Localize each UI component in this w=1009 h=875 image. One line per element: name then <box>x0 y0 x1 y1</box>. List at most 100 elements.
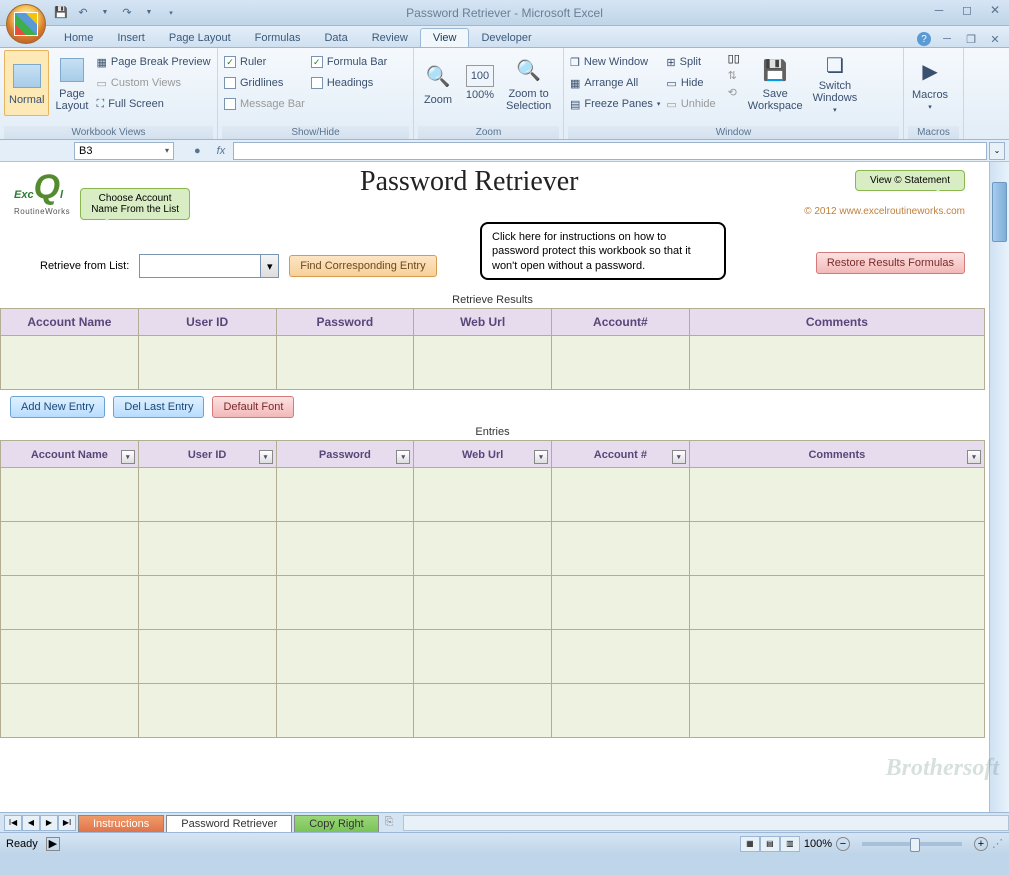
zoom-level[interactable]: 100% <box>804 838 832 850</box>
zoom-selection-button[interactable]: 🔍Zoom to Selection <box>502 50 555 116</box>
help-icon[interactable]: ? <box>917 32 931 46</box>
zoom-button[interactable]: 🔍Zoom <box>418 50 458 116</box>
sync-scroll-icon[interactable]: ⇅ <box>728 69 740 82</box>
tab-insert[interactable]: Insert <box>105 29 157 47</box>
dropdown-icon[interactable]: ▼ <box>96 4 114 22</box>
tab-page-layout[interactable]: Page Layout <box>157 29 243 47</box>
full-screen-button[interactable]: ⛶Full Screen <box>96 94 210 114</box>
undo-icon[interactable]: ↶ <box>74 4 92 22</box>
normal-view-icon[interactable]: ▦ <box>740 836 760 852</box>
filter-icon[interactable]: ▾ <box>259 450 273 464</box>
ruler-checkbox[interactable]: ✓Ruler <box>224 52 305 72</box>
view-statement-button[interactable]: View © Statement <box>855 170 965 191</box>
hide-button[interactable]: ▭Hide <box>666 73 715 93</box>
horizontal-scrollbar[interactable] <box>403 815 1009 831</box>
doc-minimize-icon[interactable]: ─ <box>939 31 955 47</box>
page-layout-view-icon[interactable]: ▤ <box>760 836 780 852</box>
dropdown-icon[interactable]: ▾ <box>260 255 278 277</box>
zoom-slider[interactable] <box>862 842 962 846</box>
sheet-tab-password-retriever[interactable]: Password Retriever <box>166 815 292 832</box>
office-button[interactable] <box>6 4 46 44</box>
formula-input[interactable] <box>233 142 987 160</box>
retrieve-combo[interactable]: ▾ <box>139 254 279 278</box>
instructions-box[interactable]: Click here for instructions on how to pa… <box>480 222 726 280</box>
table-row[interactable] <box>1 576 985 630</box>
zoom-100-button[interactable]: 100100% <box>460 50 500 116</box>
prev-sheet-icon[interactable]: ◀ <box>22 815 40 831</box>
first-sheet-icon[interactable]: I◀ <box>4 815 22 831</box>
page-layout-button[interactable]: Page Layout <box>51 50 92 116</box>
view-side-icon[interactable]: ▯▯ <box>728 52 740 65</box>
normal-view-button[interactable]: Normal <box>4 50 49 116</box>
headings-checkbox[interactable]: Headings <box>311 73 388 93</box>
table-row[interactable] <box>1 468 985 522</box>
page-break-icon: ▦ <box>96 56 106 69</box>
formula-bar-checkbox[interactable]: ✓Formula Bar <box>311 52 388 72</box>
col-web-url[interactable]: Web Url▾ <box>414 441 552 468</box>
freeze-panes-button[interactable]: ▤Freeze Panes▾ <box>570 94 660 114</box>
find-entry-button[interactable]: Find Corresponding Entry <box>289 255 436 277</box>
switch-windows-button[interactable]: ❏Switch Windows▾ <box>809 50 862 116</box>
del-entry-button[interactable]: Del Last Entry <box>113 396 204 418</box>
unhide-button[interactable]: ▭Unhide <box>666 94 715 114</box>
table-row[interactable] <box>1 336 985 390</box>
doc-close-icon[interactable]: ✕ <box>987 31 1003 47</box>
filter-icon[interactable]: ▾ <box>967 450 981 464</box>
save-icon[interactable]: 💾 <box>52 4 70 22</box>
redo-icon[interactable]: ↷ <box>118 4 136 22</box>
col-account-name[interactable]: Account Name▾ <box>1 441 139 468</box>
dropdown-icon[interactable]: ▼ <box>140 4 158 22</box>
table-row[interactable] <box>1 630 985 684</box>
tab-formulas[interactable]: Formulas <box>243 29 313 47</box>
add-entry-button[interactable]: Add New Entry <box>10 396 105 418</box>
restore-formulas-button[interactable]: Restore Results Formulas <box>816 252 965 274</box>
expand-formula-icon[interactable]: ⌄ <box>989 142 1005 160</box>
col-user-id[interactable]: User ID▾ <box>138 441 276 468</box>
sheet-tab-instructions[interactable]: Instructions <box>78 815 164 832</box>
filter-icon[interactable]: ▾ <box>396 450 410 464</box>
filter-icon[interactable]: ▾ <box>672 450 686 464</box>
page-break-preview-button[interactable]: ▦Page Break Preview <box>96 52 210 72</box>
qat-customize-icon[interactable]: ▾ <box>162 4 180 22</box>
gridlines-checkbox[interactable]: Gridlines <box>224 73 305 93</box>
macro-record-icon[interactable]: ▶ <box>46 837 60 851</box>
col-password[interactable]: Password▾ <box>276 441 414 468</box>
maximize-button[interactable]: ◻ <box>957 2 977 18</box>
arrange-all-button[interactable]: ▦Arrange All <box>570 73 660 93</box>
tab-view[interactable]: View <box>420 28 470 47</box>
zoom-out-icon[interactable]: − <box>836 837 850 851</box>
fx-label[interactable]: fx <box>217 145 226 157</box>
vertical-scrollbar[interactable] <box>989 162 1009 812</box>
resize-grip-icon[interactable]: ⋰ <box>992 837 1003 850</box>
last-sheet-icon[interactable]: ▶I <box>58 815 76 831</box>
save-workspace-button[interactable]: 💾Save Workspace <box>744 50 807 116</box>
fx-icon[interactable]: ● <box>194 145 201 157</box>
filter-icon[interactable]: ▾ <box>121 450 135 464</box>
macros-button[interactable]: ▶Macros▾ <box>908 50 952 116</box>
col-comments[interactable]: Comments▾ <box>689 441 984 468</box>
zoom-in-icon[interactable]: + <box>974 837 988 851</box>
doc-restore-icon[interactable]: ❐ <box>963 31 979 47</box>
minimize-button[interactable]: ─ <box>929 2 949 18</box>
tab-review[interactable]: Review <box>360 29 420 47</box>
page-break-view-icon[interactable]: ▥ <box>780 836 800 852</box>
new-sheet-icon[interactable]: ⎘ <box>385 816 394 829</box>
custom-views-button[interactable]: ▭Custom Views <box>96 73 210 93</box>
default-font-button[interactable]: Default Font <box>212 396 294 418</box>
table-row[interactable] <box>1 684 985 738</box>
table-row[interactable] <box>1 522 985 576</box>
tab-developer[interactable]: Developer <box>469 29 543 47</box>
name-box[interactable]: B3 <box>74 142 174 160</box>
sheet-tab-copy-right[interactable]: Copy Right <box>294 815 378 832</box>
tab-data[interactable]: Data <box>312 29 359 47</box>
filter-icon[interactable]: ▾ <box>534 450 548 464</box>
message-bar-checkbox[interactable]: Message Bar <box>224 94 305 114</box>
split-button[interactable]: ⊞Split <box>666 52 715 72</box>
close-button[interactable]: ✕ <box>985 2 1005 18</box>
new-window-button[interactable]: ❐New Window <box>570 52 660 72</box>
tab-home[interactable]: Home <box>52 29 105 47</box>
next-sheet-icon[interactable]: ▶ <box>40 815 58 831</box>
status-ready: Ready <box>6 838 38 850</box>
col-account-num[interactable]: Account #▾ <box>552 441 690 468</box>
reset-pos-icon[interactable]: ⟲ <box>728 86 740 99</box>
